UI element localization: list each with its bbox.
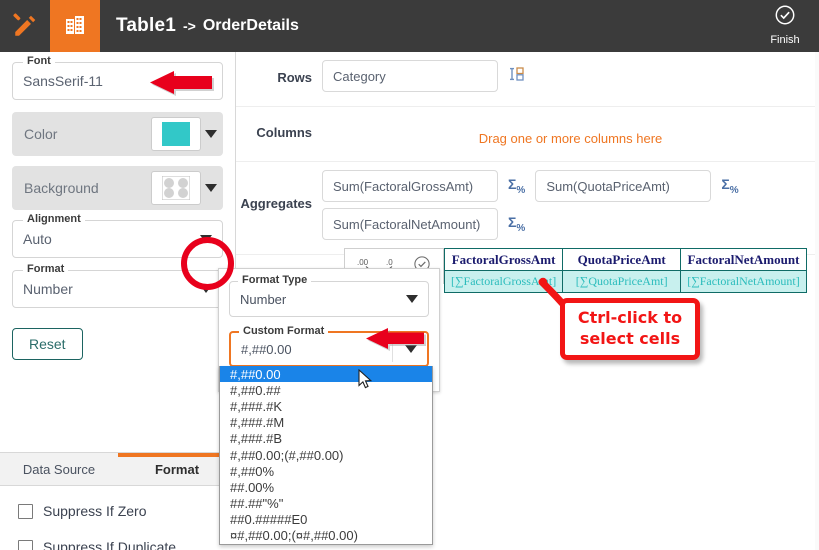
sigma-percent-icon[interactable]: Σ% bbox=[508, 214, 525, 234]
aggregates-binding-row: Aggregates Sum(FactoralGrossAmt) Σ% Sum(… bbox=[236, 162, 819, 255]
font-value: SansSerif-11 bbox=[23, 73, 103, 89]
suppress-if-zero-checkbox[interactable] bbox=[18, 503, 33, 519]
suppress-if-zero-row[interactable]: Suppress If Zero bbox=[18, 503, 236, 519]
dropdown-option[interactable]: #,##0.00;(#,##0.00) bbox=[220, 447, 432, 463]
format-field[interactable]: Format Number bbox=[12, 263, 223, 308]
rows-chip-category[interactable]: Category bbox=[322, 60, 498, 92]
chevron-down-icon[interactable] bbox=[205, 130, 217, 138]
background-field[interactable]: Background bbox=[12, 166, 223, 210]
aggregates-dropzone[interactable]: Sum(FactoralGrossAmt) Σ% Sum(QuotaPriceA… bbox=[322, 162, 819, 254]
tab-data-source[interactable]: Data Source bbox=[0, 453, 118, 485]
finish-label: Finish bbox=[770, 34, 800, 46]
reset-button[interactable]: Reset bbox=[12, 328, 83, 360]
suppress-if-zero-label: Suppress If Zero bbox=[43, 503, 147, 519]
color-swatch[interactable] bbox=[151, 117, 201, 151]
suppress-if-duplicate-checkbox[interactable] bbox=[18, 539, 33, 550]
custom-format-input[interactable]: #,##0.00 bbox=[241, 342, 292, 357]
breadcrumb: Table1 -> OrderDetails bbox=[100, 0, 299, 52]
format-sidebar: Font SansSerif-11 Color Background Align… bbox=[0, 52, 236, 452]
preview-value-cell[interactable]: [∑FactoralGrossAmt] bbox=[445, 271, 563, 292]
sigma-percent-icon[interactable]: Σ% bbox=[721, 176, 738, 196]
page-title: Table1 bbox=[116, 15, 176, 36]
breadcrumb-separator: -> bbox=[182, 18, 196, 34]
preview-column[interactable]: FactoralGrossAmt [∑FactoralGrossAmt] bbox=[444, 248, 564, 293]
aggregate-chip-quota[interactable]: Sum(QuotaPriceAmt) bbox=[535, 170, 712, 202]
breadcrumb-subtitle: OrderDetails bbox=[202, 17, 299, 34]
preview-table: FactoralGrossAmt [∑FactoralGrossAmt] Quo… bbox=[444, 248, 807, 293]
chevron-down-icon[interactable] bbox=[205, 184, 217, 192]
dropdown-option[interactable]: #,###.#K bbox=[220, 398, 432, 414]
chevron-down-icon[interactable] bbox=[406, 295, 418, 303]
format-legend: Format bbox=[23, 263, 69, 275]
app-header: Table1 -> OrderDetails Finish bbox=[0, 0, 819, 52]
suppress-if-duplicate-label: Suppress If Duplicate bbox=[43, 539, 177, 550]
svg-text:.0: .0 bbox=[386, 258, 393, 267]
dropdown-option[interactable]: #,##0% bbox=[220, 463, 432, 479]
svg-text:.00: .00 bbox=[357, 258, 369, 267]
color-chip bbox=[162, 122, 190, 146]
background-swatch[interactable] bbox=[151, 171, 201, 205]
preview-value-cell[interactable]: [∑FactoralNetAmount] bbox=[681, 271, 806, 292]
background-label: Background bbox=[24, 180, 99, 196]
dropdown-option[interactable]: ¤#,##0.00;(¤#,##0.00) bbox=[220, 528, 432, 544]
color-label: Color bbox=[24, 126, 58, 142]
check-circle-icon bbox=[774, 4, 796, 31]
sigma-percent-icon[interactable]: Σ% bbox=[508, 176, 525, 196]
aggregate-chip-gross[interactable]: Sum(FactoralGrossAmt) bbox=[322, 170, 498, 202]
chevron-down-icon[interactable] bbox=[200, 285, 212, 293]
chevron-down-icon[interactable] bbox=[405, 345, 417, 353]
preview-header-cell: QuotaPriceAmt bbox=[563, 249, 681, 271]
preview-value-cell[interactable]: [∑QuotaPriceAmt] bbox=[563, 271, 681, 292]
rows-label: Rows bbox=[277, 70, 312, 85]
rows-dropzone[interactable]: Category bbox=[322, 52, 819, 106]
font-legend: Font bbox=[23, 55, 55, 67]
chevron-down-icon[interactable] bbox=[200, 235, 212, 243]
alignment-value: Auto bbox=[23, 231, 52, 247]
scrollbar-track[interactable] bbox=[815, 52, 819, 550]
preview-header-cell: FactoralGrossAmt bbox=[445, 249, 563, 271]
application-window: Table1 -> OrderDetails Finish Font SansS… bbox=[0, 0, 819, 550]
format-type-legend: Format Type bbox=[238, 274, 312, 286]
alignment-legend: Alignment bbox=[23, 213, 85, 225]
callout-ctrl-click: Ctrl-click to select cells bbox=[560, 298, 700, 360]
alignment-field[interactable]: Alignment Auto bbox=[12, 213, 223, 258]
sort-icon[interactable] bbox=[508, 65, 526, 88]
suppress-options: Suppress If Zero Suppress If Duplicate bbox=[0, 487, 236, 550]
custom-format-field[interactable]: Custom Format #,##0.00 bbox=[229, 325, 429, 367]
aggregate-chip-net[interactable]: Sum(FactoralNetAmount) bbox=[322, 208, 498, 240]
columns-drag-hint: Drag one or more columns here bbox=[478, 130, 663, 146]
preview-column[interactable]: QuotaPriceAmt [∑QuotaPriceAmt] bbox=[563, 248, 682, 293]
font-field[interactable]: Font SansSerif-11 bbox=[12, 55, 223, 100]
color-field[interactable]: Color bbox=[12, 112, 223, 156]
format-value: Number bbox=[23, 281, 73, 297]
dropdown-option[interactable]: #,##0.00 bbox=[220, 366, 432, 383]
dropdown-option[interactable]: ##0.#####E0 bbox=[220, 512, 432, 528]
columns-binding-row: Columns Drag one or more columns here bbox=[236, 107, 819, 162]
format-type-value: Number bbox=[240, 291, 287, 307]
preview-column[interactable]: FactoralNetAmount [∑FactoralNetAmount] bbox=[681, 248, 807, 293]
columns-dropzone[interactable]: Drag one or more columns here bbox=[322, 107, 819, 161]
transparent-pattern-chip bbox=[161, 175, 191, 201]
aggregates-label: Aggregates bbox=[240, 196, 312, 211]
dropdown-option[interactable]: #,##0.## bbox=[220, 382, 432, 398]
field-divider bbox=[392, 336, 393, 362]
dropdown-option[interactable]: ##.00% bbox=[220, 479, 432, 495]
design-tools-icon[interactable] bbox=[0, 0, 50, 52]
dropdown-option[interactable]: ##.##"%" bbox=[220, 496, 432, 512]
custom-format-dropdown-list[interactable]: #,##0.00 #,##0.## #,###.#K #,###.#M #,##… bbox=[219, 366, 433, 546]
preview-header-cell: FactoralNetAmount bbox=[681, 249, 806, 271]
finish-button[interactable]: Finish bbox=[757, 4, 813, 46]
table-grid-icon[interactable] bbox=[50, 0, 100, 52]
format-type-field[interactable]: Format Type Number bbox=[229, 274, 429, 317]
dropdown-option[interactable]: #,###.#M bbox=[220, 415, 432, 431]
rows-binding-row: Rows Category bbox=[236, 52, 819, 107]
callout-line-1: Ctrl-click to bbox=[577, 308, 683, 328]
sidebar-tabs: Data Source Format bbox=[0, 452, 236, 486]
columns-label: Columns bbox=[256, 125, 312, 140]
chevron-down-icon[interactable] bbox=[200, 77, 212, 85]
custom-format-legend: Custom Format bbox=[239, 325, 329, 337]
dropdown-option[interactable]: #,###.#B bbox=[220, 431, 432, 447]
callout-line-2: select cells bbox=[579, 329, 681, 348]
suppress-if-duplicate-row[interactable]: Suppress If Duplicate bbox=[18, 539, 236, 550]
